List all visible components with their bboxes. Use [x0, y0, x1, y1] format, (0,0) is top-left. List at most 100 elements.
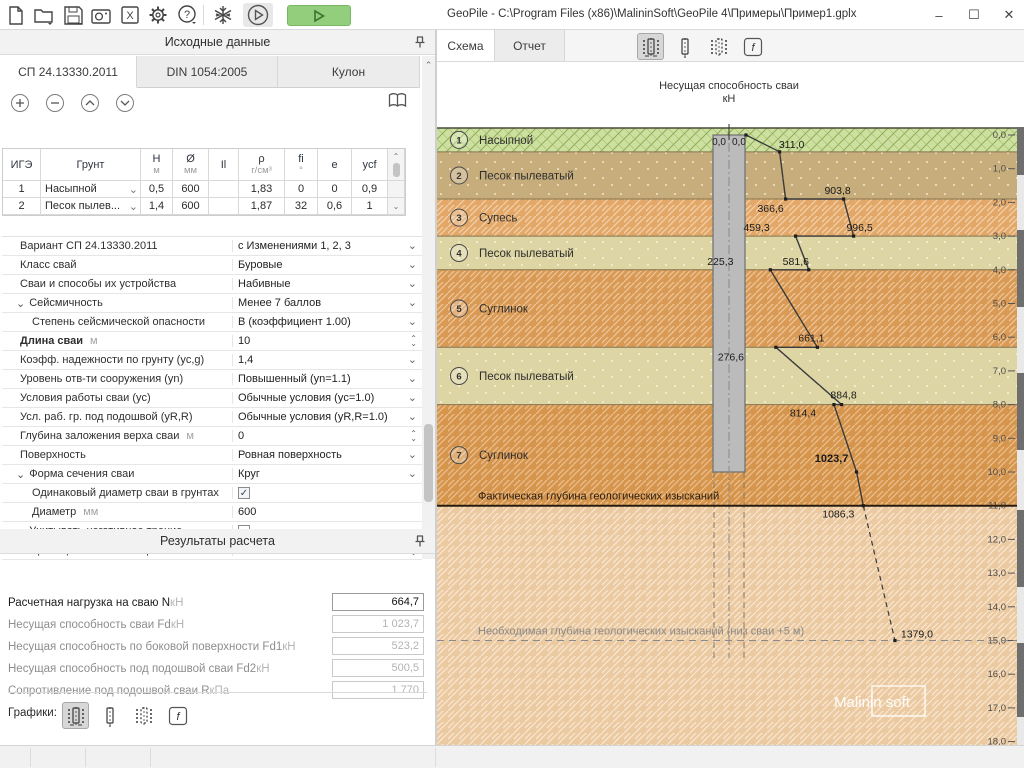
chevron-down-icon[interactable]: ⌄	[408, 301, 417, 306]
chevron-down-icon[interactable]: ⌄	[408, 415, 417, 420]
add-layer-button[interactable]	[11, 94, 29, 112]
view-tab-1[interactable]: Схема	[437, 30, 495, 61]
soil-cell[interactable]: 600	[173, 198, 209, 215]
table-scrollbar[interactable]: ⌃	[388, 149, 405, 181]
param-value[interactable]: Набивные⌄	[232, 278, 422, 290]
soil-cell[interactable]: 32	[285, 198, 318, 215]
param-value[interactable]: Круг⌄	[232, 468, 422, 480]
graph-pile-friction-button[interactable]	[130, 702, 157, 729]
chevron-down-icon[interactable]: ⌄	[408, 358, 417, 363]
soil-cell[interactable]	[209, 181, 239, 198]
move-layer-up-button[interactable]	[81, 94, 99, 112]
svg-text:кН: кН	[723, 93, 736, 105]
pin-icon[interactable]	[413, 534, 427, 552]
chevron-down-icon[interactable]: ⌄	[408, 472, 417, 477]
soil-cell[interactable]	[209, 198, 239, 215]
soil-cell[interactable]: 0,5	[141, 181, 173, 198]
graph-f-button[interactable]: f	[739, 33, 766, 60]
soil-row-1[interactable]: 1Насыпной⌄0,56001,83000,9	[3, 181, 405, 198]
soil-cell[interactable]: 0,9	[352, 181, 388, 198]
remove-layer-button[interactable]	[46, 94, 64, 112]
graph-bearing-capacity-button[interactable]	[637, 33, 664, 60]
param-value[interactable]: с Изменениями 1, 2, 3⌄	[232, 240, 422, 252]
chevron-down-icon[interactable]: ⌄	[408, 320, 417, 325]
depth-tick-label: 17,0	[988, 703, 1007, 714]
norm-tab-1[interactable]: СП 24.13330.2011	[0, 56, 137, 88]
export-excel-icon[interactable]: X	[117, 3, 143, 27]
params-scrollbar[interactable]: ⌃ ⌄	[422, 56, 435, 559]
new-file-icon[interactable]	[2, 3, 28, 27]
soil-cell[interactable]: 600	[173, 181, 209, 198]
open-folder-icon[interactable]	[30, 3, 56, 27]
chevron-down-icon[interactable]: ⌄	[129, 183, 138, 196]
spinner-icon[interactable]: ⌃⌄	[410, 336, 417, 346]
soil-cell[interactable]: 1,4	[141, 198, 173, 215]
param-row-6: Длина сваим10⌃⌄	[2, 332, 422, 351]
soil-cell[interactable]: 0	[285, 181, 318, 198]
chevron-down-icon[interactable]: ⌄	[408, 396, 417, 401]
soil-cell[interactable]: 1	[3, 181, 41, 198]
graph-bearing-capacity-button[interactable]	[62, 702, 89, 729]
graph-pile-friction-button[interactable]	[705, 33, 732, 60]
table-scrollbar[interactable]: ⌄	[388, 198, 405, 215]
checkbox-checked[interactable]: ✓	[238, 487, 250, 499]
param-row-8: Уровень отв-ти сооружения (yn)Повышенный…	[2, 370, 422, 389]
graph-pile-button[interactable]	[671, 33, 698, 60]
param-value[interactable]: Повышенный (yn=1.1)⌄	[232, 373, 422, 385]
table-scrollbar[interactable]	[388, 181, 405, 198]
depth-tick-label: 14,0	[988, 602, 1007, 613]
expander-icon[interactable]: ⌄	[16, 468, 25, 481]
result-value: 523,2	[332, 637, 424, 655]
soil-cell[interactable]: 1,87	[239, 198, 285, 215]
soil-cell[interactable]: 1	[352, 198, 388, 215]
minimize-button[interactable]: –	[925, 4, 953, 26]
soil-type-select[interactable]: Песок пылев...⌄	[41, 198, 141, 215]
soil-cell[interactable]: 1,83	[239, 181, 285, 198]
soil-library-book-icon[interactable]	[388, 92, 407, 114]
graph-pile-button[interactable]	[96, 702, 123, 729]
param-value[interactable]: Буровые⌄	[232, 259, 422, 271]
freeze-snowflake-icon[interactable]	[210, 3, 236, 27]
svg-text:6: 6	[456, 371, 461, 382]
chevron-down-icon[interactable]: ⌄	[408, 244, 417, 249]
param-value[interactable]: 600	[232, 506, 422, 518]
param-value[interactable]: В (коэффициент 1.00)⌄	[232, 316, 422, 328]
expander-icon[interactable]: ⌄	[16, 297, 25, 310]
chevron-down-icon[interactable]: ⌄	[408, 377, 417, 382]
view-tab-2[interactable]: Отчет	[495, 30, 565, 61]
soil-cell[interactable]: 2	[3, 198, 41, 215]
help-icon[interactable]: ?	[174, 3, 200, 27]
chevron-down-icon[interactable]: ⌄	[408, 282, 417, 287]
param-value[interactable]: Менее 7 баллов⌄	[232, 297, 422, 309]
maximize-button[interactable]: ☐	[960, 4, 988, 26]
param-value[interactable]: 1,4⌄	[232, 354, 422, 366]
design-load-input[interactable]: 664,7	[332, 593, 424, 611]
params-scrollbar-thumb[interactable]	[424, 424, 433, 502]
soil-cell[interactable]: 0,6	[318, 198, 352, 215]
param-value[interactable]: Обычные условия (yc=1.0)⌄	[232, 392, 422, 404]
soil-row-2[interactable]: 2Песок пылев...⌄1,46001,87320,61⌄	[3, 198, 405, 215]
save-icon[interactable]	[60, 3, 86, 27]
soil-type-select[interactable]: Насыпной⌄	[41, 181, 141, 198]
run-button[interactable]	[287, 5, 351, 26]
pin-icon[interactable]	[413, 35, 427, 53]
scroll-up-icon[interactable]: ⌃	[422, 60, 435, 71]
graph-f-button[interactable]: f	[164, 702, 191, 729]
norm-tab-2[interactable]: DIN 1054:2005	[137, 56, 278, 88]
chevron-down-icon[interactable]: ⌄	[408, 453, 417, 458]
param-value[interactable]: 10⌃⌄	[232, 335, 422, 347]
param-value[interactable]: Обычные условия (yR,R=1.0)⌄	[232, 411, 422, 423]
param-value[interactable]: 0⌃⌄	[232, 430, 422, 442]
norm-tab-3[interactable]: Кулон	[278, 56, 420, 88]
settings-gear-icon[interactable]	[145, 3, 171, 27]
close-button[interactable]: ✕	[995, 4, 1023, 26]
run-outline-icon[interactable]	[243, 3, 273, 27]
param-value[interactable]: Ровная поверхность⌄	[232, 449, 422, 461]
snapshot-camera-icon[interactable]	[88, 3, 114, 27]
chevron-down-icon[interactable]: ⌄	[408, 263, 417, 268]
chevron-down-icon[interactable]: ⌄	[129, 200, 138, 213]
param-value[interactable]: ✓	[232, 487, 422, 499]
move-layer-down-button[interactable]	[116, 94, 134, 112]
soil-cell[interactable]: 0	[318, 181, 352, 198]
spinner-icon[interactable]: ⌃⌄	[410, 431, 417, 441]
